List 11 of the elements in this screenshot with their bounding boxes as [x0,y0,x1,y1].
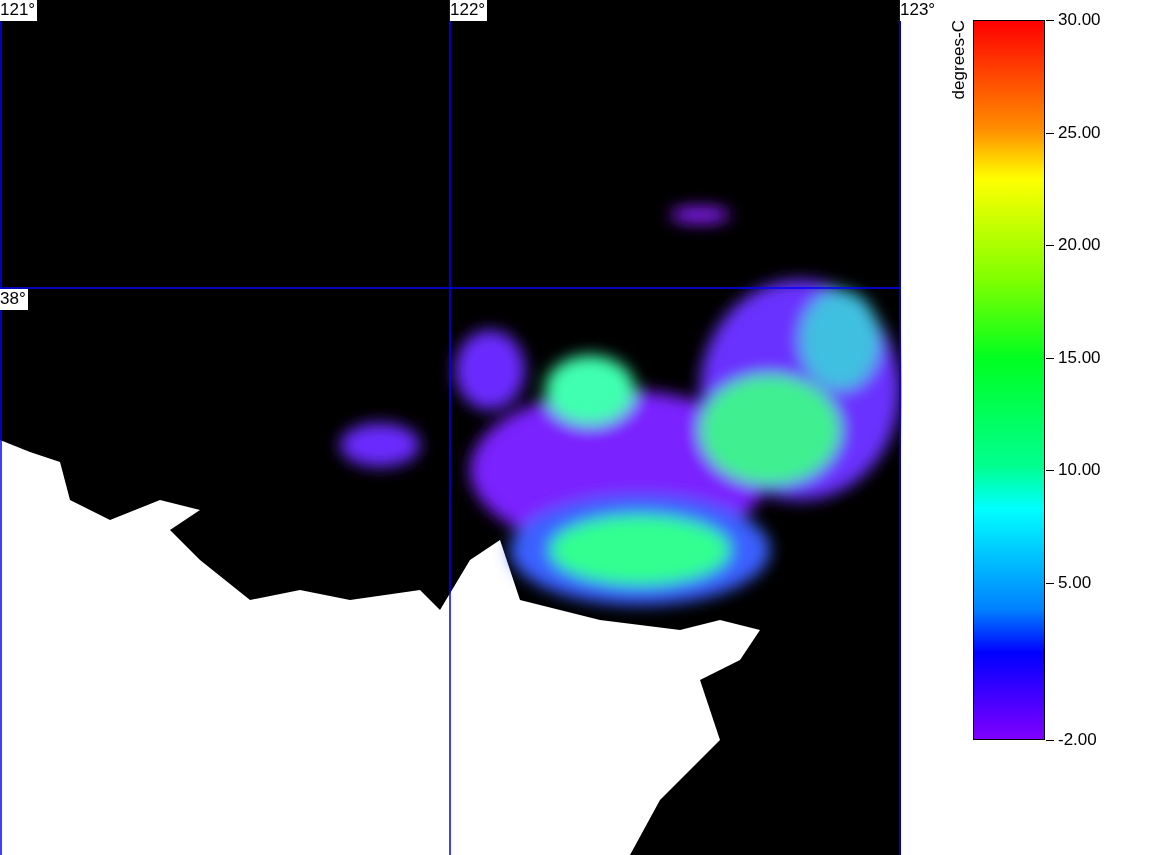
scale-tick-label: 15.00 [1058,347,1101,368]
scale-tick-label: 10.00 [1058,460,1101,480]
scale-tick-label: 30.00 [1058,10,1101,30]
scale-tick-label: 25.00 [1058,122,1101,143]
scale-tick-label: -2.00 [1058,730,1097,750]
unit-label: degrees-C [949,20,969,100]
latitude-label: 38° [0,289,28,310]
scale-tick-label: 5.00 [1058,572,1092,593]
scale-tick-label: 20.00 [1058,235,1101,255]
longitude-label: 122° [450,0,488,21]
longitude-label: 121° [0,0,38,21]
